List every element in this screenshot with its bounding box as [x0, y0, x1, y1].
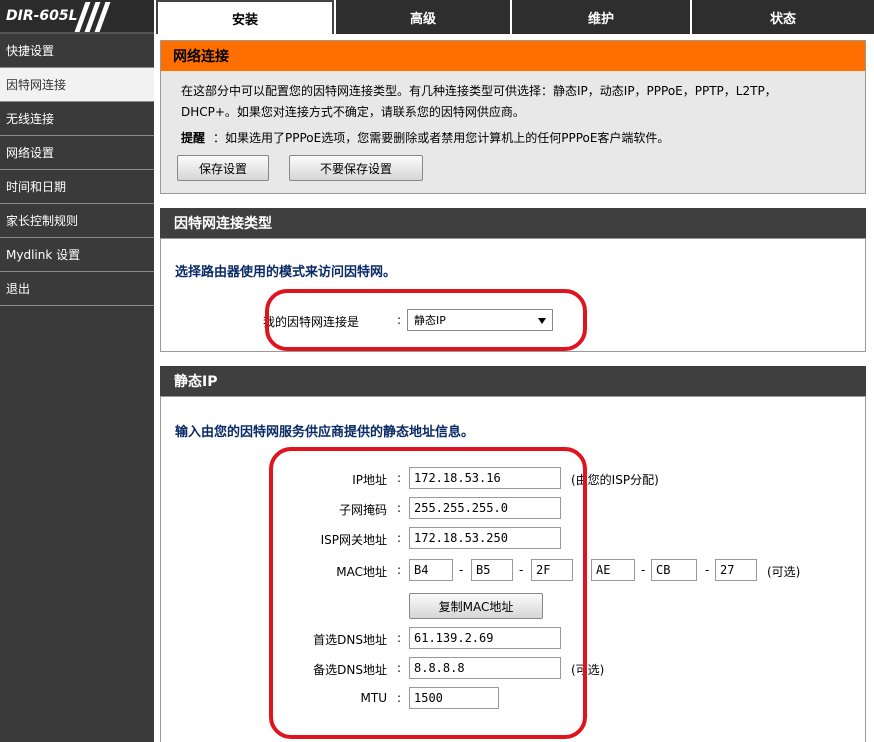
- sidebar-item-quick-setup[interactable]: 快捷设置: [0, 34, 154, 68]
- static-ip-instruction: 输入由您的因特网服务供应商提供的静态地址信息。: [175, 425, 475, 440]
- mac-octet-4[interactable]: AE: [591, 559, 635, 581]
- tab-maintenance[interactable]: 维护: [510, 0, 690, 34]
- sidebar-item-mydlink[interactable]: Mydlink 设置: [0, 238, 154, 272]
- tab-status[interactable]: 状态: [690, 0, 874, 34]
- save-button[interactable]: 保存设置: [177, 155, 269, 181]
- sidebar: 快捷设置 因特网连接 无线连接 网络设置 时间和日期 家长控制规则 Mydlin…: [0, 34, 154, 742]
- conn-type-header: 因特网连接类型: [160, 208, 866, 238]
- main-content: 网络连接 在这部分中可以配置您的因特网连接类型。有几种连接类型可供选择：静态IP…: [160, 40, 866, 742]
- dash: -: [641, 563, 646, 577]
- static-ip-panel: 输入由您的因特网服务供应商提供的静态地址信息。 IP地址 : 172.18.53…: [160, 396, 866, 742]
- top-tabs: 安装 高级 维护 状态: [156, 0, 874, 34]
- model-name: DIR-605L: [6, 8, 78, 24]
- panel-title: 网络连接: [161, 41, 865, 71]
- dont-save-button[interactable]: 不要保存设置: [289, 155, 423, 181]
- conn-type-panel: 选择路由器使用的模式来访问因特网。 我的因特网连接是 : 静态IP: [160, 238, 866, 352]
- warning-label: 提醒: [181, 131, 206, 145]
- sidebar-item-wireless[interactable]: 无线连接: [0, 102, 154, 136]
- sidebar-item-internet[interactable]: 因特网连接: [0, 68, 154, 102]
- sidebar-item-time[interactable]: 时间和日期: [0, 170, 154, 204]
- static-ip-header: 静态IP: [160, 366, 866, 396]
- sidebar-item-parental[interactable]: 家长控制规则: [0, 204, 154, 238]
- tab-setup[interactable]: 安装: [156, 0, 334, 34]
- brand-logo: DIR-605L: [0, 0, 154, 34]
- network-connection-panel: 网络连接 在这部分中可以配置您的因特网连接类型。有几种连接类型可供选择：静态IP…: [160, 40, 866, 194]
- warning-text: 提醒 ：如果选用了PPPoE选项，您需要删除或者禁用您计算机上的任何PPPoE客户…: [181, 129, 669, 146]
- highlight-ring: [269, 447, 587, 739]
- mac-note: (可选): [767, 565, 801, 579]
- sidebar-item-logout[interactable]: 退出: [0, 272, 154, 306]
- mac-octet-6[interactable]: 27: [715, 559, 757, 581]
- warning-body: ：如果选用了PPPoE选项，您需要删除或者禁用您计算机上的任何PPPoE客户端软…: [213, 131, 670, 145]
- sidebar-item-network[interactable]: 网络设置: [0, 136, 154, 170]
- tab-advanced[interactable]: 高级: [334, 0, 510, 34]
- highlight-ring: [265, 289, 587, 351]
- dash: -: [705, 563, 710, 577]
- conn-type-instruction: 选择路由器使用的模式来访问因特网。: [175, 265, 397, 280]
- mac-octet-5[interactable]: CB: [651, 559, 697, 581]
- intro-text: 在这部分中可以配置您的因特网连接类型。有几种连接类型可供选择：静态IP，动态IP…: [181, 84, 777, 119]
